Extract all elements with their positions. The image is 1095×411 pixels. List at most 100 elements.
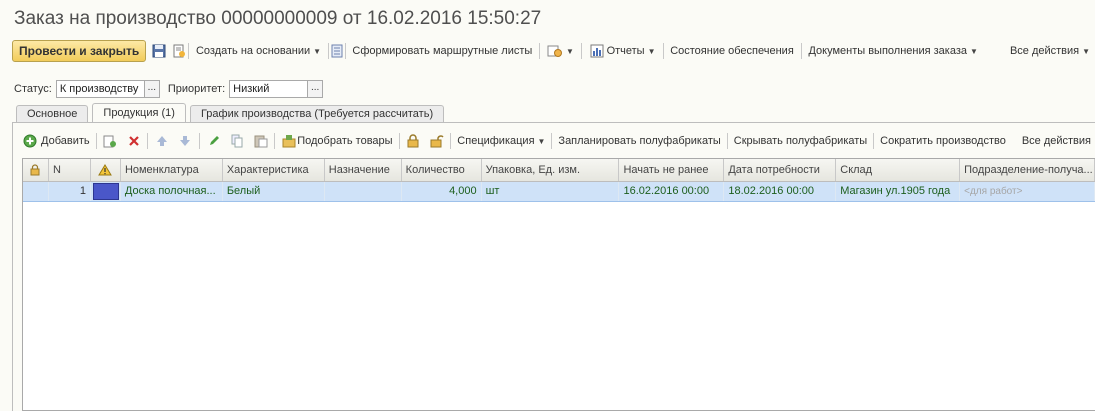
warning-cell[interactable] (91, 182, 121, 201)
table-header: N Номенклатура Характеристика Назначение… (23, 159, 1095, 182)
toolbar-divider (539, 43, 540, 59)
tab-production-schedule[interactable]: График производства (Требуется рассчитат… (189, 105, 445, 122)
unit-cell[interactable]: шт (482, 182, 620, 201)
toolbar-divider (800, 43, 802, 59)
tab-products[interactable]: Продукция (1) (92, 103, 186, 122)
selected-cell-marker (92, 183, 119, 200)
chevron-down-icon: ▼ (647, 46, 656, 56)
post-and-close-button[interactable]: Провести и закрыть (12, 40, 147, 62)
column-header[interactable]: Подразделение-получа... (960, 159, 1095, 181)
execution-documents-label: Документы выполнения заказа (808, 45, 968, 57)
start-date-cell[interactable]: 16.02.2016 00:00 (619, 182, 725, 201)
all-actions-menu[interactable]: Все действия ▼ (1005, 40, 1095, 62)
column-header[interactable]: Упаковка, Ед. изм. (482, 159, 620, 181)
column-header[interactable]: Назначение (325, 159, 402, 181)
lock-column-header[interactable] (23, 159, 49, 181)
toolbar-divider (873, 133, 875, 149)
delete-icon[interactable] (126, 133, 141, 149)
copy-row-icon[interactable] (103, 133, 118, 149)
status-label: Статус: (14, 83, 52, 95)
column-header[interactable]: Количество (402, 159, 482, 181)
need-date-cell[interactable]: 18.02.2016 00:00 (724, 182, 837, 201)
hide-semi-finished-button[interactable]: Скрывать полуфабрикаты (730, 131, 871, 151)
row-number-cell: 1 (49, 182, 91, 201)
priority-select-button[interactable]: ... (308, 80, 324, 98)
supply-state-button[interactable]: Состояние обеспечения (665, 40, 799, 62)
move-down-icon[interactable] (178, 133, 193, 149)
edit-icon[interactable] (206, 133, 221, 149)
paste-icon[interactable] (253, 133, 268, 149)
toolbar-divider (344, 43, 346, 59)
item-cell[interactable]: Доска полочная... (121, 182, 223, 201)
toolbar-divider (199, 133, 201, 149)
quantity-cell[interactable]: 4,000 (402, 182, 482, 201)
report-icon (589, 43, 605, 59)
column-header[interactable]: Склад (836, 159, 961, 181)
status-field[interactable]: К производству (55, 80, 145, 98)
unlock-icon[interactable] (429, 133, 444, 149)
priority-label: Приоритет: (167, 83, 226, 95)
lock-cell[interactable] (23, 182, 49, 201)
status-row: Статус: К производству ... Приоритет: Ни… (14, 80, 324, 98)
specification-menu[interactable]: Спецификация ▼ (453, 131, 549, 151)
reports-menu[interactable]: Отчеты ▼ (584, 40, 661, 62)
column-header[interactable]: Номенклатура (121, 159, 223, 181)
add-label: Добавить (41, 135, 90, 147)
table-row[interactable]: 1 Доска полочная... Белый 4,000 шт 16.02… (23, 182, 1095, 202)
pick-goods-button[interactable]: Подобрать товары (277, 131, 396, 151)
column-header[interactable]: Дата потребности (724, 159, 837, 181)
toolbar-divider (662, 43, 664, 59)
toolbar-divider (398, 133, 400, 149)
toolbar-divider (274, 133, 276, 149)
plan-semi-finished-button[interactable]: Запланировать полуфабрикаты (554, 131, 724, 151)
characteristic-cell[interactable]: Белый (223, 182, 325, 201)
purpose-cell[interactable] (325, 182, 402, 201)
toolbar-divider (95, 133, 97, 149)
grid-toolbar: Добавить Подобрать товары Спецификация▼ (22, 131, 1095, 151)
toolbar-divider (551, 133, 553, 149)
chevron-down-icon: ▼ (313, 46, 322, 56)
panel-border (12, 122, 13, 411)
route-sheets-button[interactable]: Сформировать маршрутные листы (347, 40, 537, 62)
pick-goods-icon (281, 133, 297, 149)
main-toolbar: Провести и закрыть Создать на основании ▼… (12, 39, 1095, 63)
toolbar-divider (450, 133, 452, 149)
division-cell[interactable]: <для работ> (960, 182, 1095, 201)
post-document-icon[interactable] (172, 43, 186, 59)
specification-label: Спецификация (457, 135, 535, 147)
column-header[interactable]: Начать не ранее (619, 159, 725, 181)
tab-divider (12, 122, 1095, 123)
add-icon (22, 133, 38, 149)
toolbar-divider (580, 43, 582, 59)
window-title: Заказ на производство 00000000009 от 16.… (14, 8, 542, 29)
toolbar-divider (188, 43, 189, 59)
execution-documents-menu[interactable]: Документы выполнения заказа ▼ (803, 40, 982, 62)
status-select-button[interactable]: ... (144, 80, 160, 98)
chevron-down-icon: ▼ (537, 136, 546, 146)
products-table[interactable]: N Номенклатура Характеристика Назначение… (22, 158, 1095, 411)
reports-label: Отчеты (606, 45, 645, 57)
toolbar-divider (726, 133, 728, 149)
create-based-on-menu[interactable]: Создать на основании ▼ (191, 40, 326, 62)
copy-icon[interactable] (229, 133, 244, 149)
column-header[interactable]: N (49, 159, 91, 181)
all-actions-label: Все действия (1009, 45, 1080, 57)
chevron-down-icon: ▼ (1082, 46, 1091, 56)
tab-strip: Основное Продукция (1) График производст… (16, 103, 448, 122)
warning-column-header[interactable] (91, 159, 121, 181)
tab-main[interactable]: Основное (16, 105, 89, 122)
move-up-icon[interactable] (154, 133, 169, 149)
priority-field[interactable]: Низкий (229, 80, 309, 98)
grid-all-actions-menu[interactable]: Все действия (1018, 131, 1095, 151)
add-button[interactable]: Добавить (22, 131, 94, 151)
list-icon[interactable] (331, 43, 343, 59)
chevron-down-icon: ▼ (970, 46, 978, 56)
reduce-production-button[interactable]: Сократить производство (876, 131, 1010, 151)
chevron-down-icon: ▼ (565, 46, 574, 56)
toolbar-divider (328, 43, 329, 59)
lock-icon[interactable] (406, 133, 421, 149)
save-icon[interactable] (152, 43, 166, 59)
structure-menu[interactable]: ▼ (542, 40, 579, 62)
column-header[interactable]: Характеристика (223, 159, 325, 181)
warehouse-cell[interactable]: Магазин ул.1905 года (836, 182, 961, 201)
